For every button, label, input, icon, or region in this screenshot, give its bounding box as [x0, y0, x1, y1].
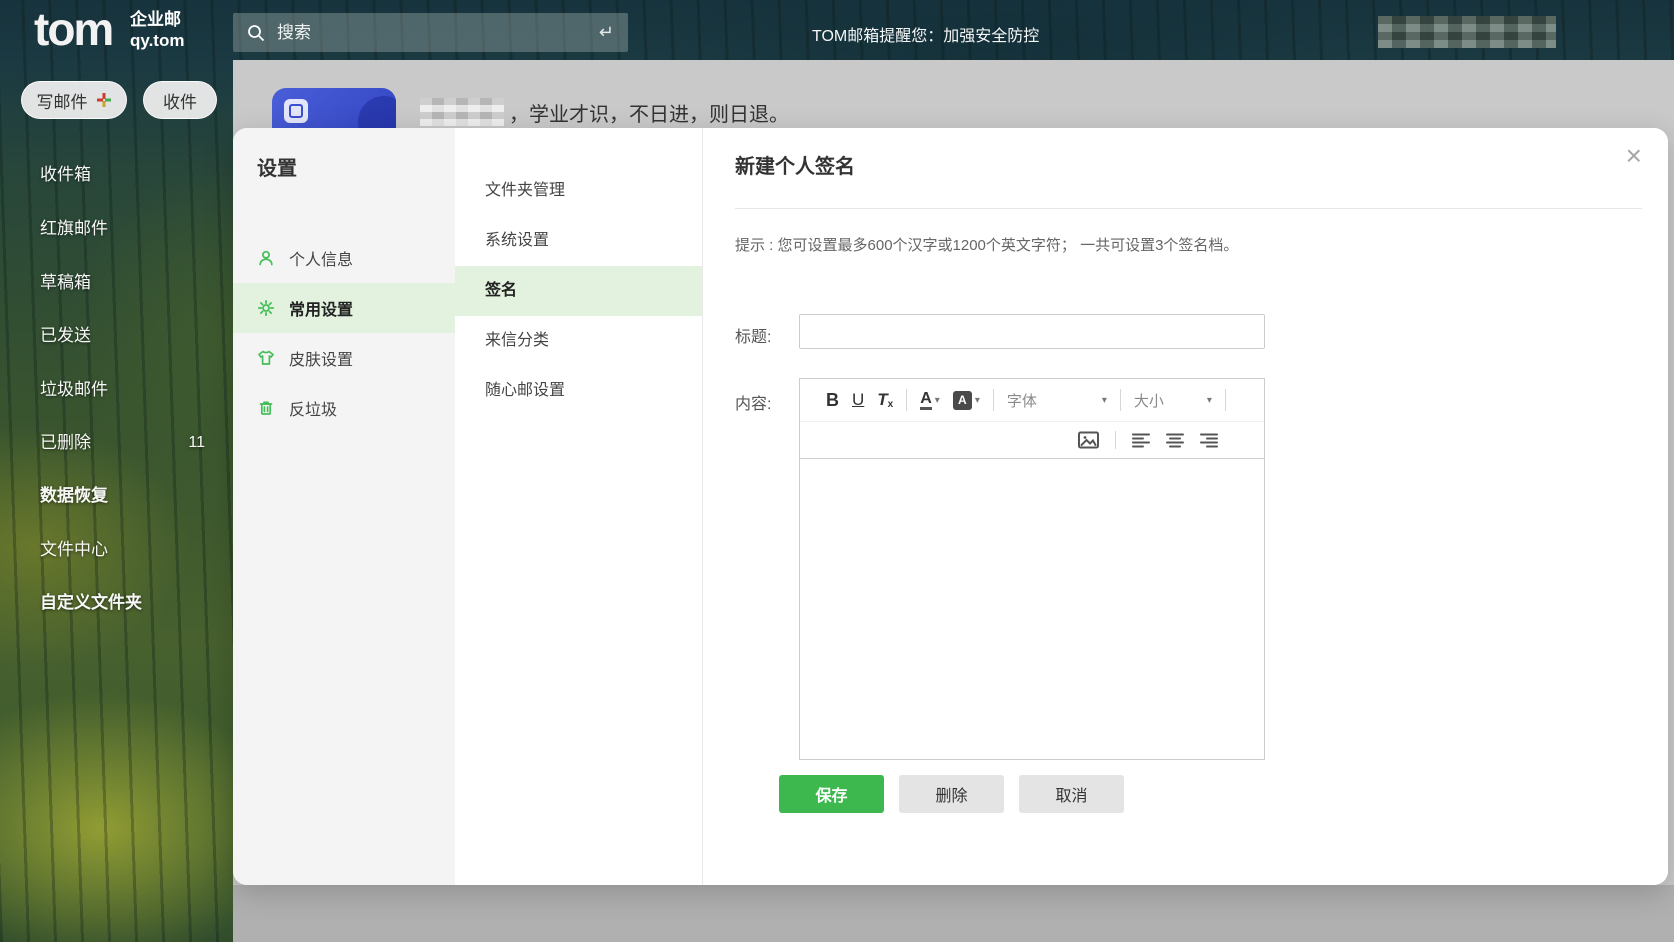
settings-nav-personal-info[interactable]: 个人信息	[233, 233, 455, 283]
close-icon[interactable]: ×	[1626, 142, 1642, 170]
search-input[interactable]	[277, 23, 599, 43]
subnav-suixin-mail[interactable]: 随心邮设置	[455, 366, 702, 416]
divider	[735, 208, 1642, 209]
align-right-button[interactable]	[1200, 432, 1218, 448]
insert-image-button[interactable]	[1078, 431, 1099, 449]
settings-nav-antispam[interactable]: 反垃圾	[233, 383, 455, 433]
search-icon	[247, 24, 265, 42]
settings-title: 设置	[257, 155, 455, 183]
signature-content-area[interactable]	[800, 459, 1264, 759]
subnav-signature[interactable]: 签名	[455, 266, 702, 316]
sidebar-item-custom-folders[interactable]: 自定义文件夹	[0, 591, 233, 615]
settings-nav-skin[interactable]: 皮肤设置	[233, 333, 455, 383]
page-bottom-strip	[233, 885, 1674, 942]
toolbar-separator	[906, 389, 907, 411]
editor-toolbar-row2	[800, 422, 1264, 459]
toolbar-separator	[1120, 389, 1121, 411]
chevron-down-icon: ▾	[1207, 395, 1212, 406]
subnav-folder-management[interactable]: 文件夹管理	[455, 166, 702, 216]
sidebar-item-file-center[interactable]: 文件中心	[0, 538, 233, 562]
greeting-motto: ，学业才识，不日进，则日退。	[509, 98, 789, 127]
align-center-button[interactable]	[1166, 432, 1184, 448]
receive-button[interactable]: 收件	[143, 81, 217, 119]
toolbar-separator	[1225, 389, 1226, 411]
font-size-dropdown[interactable]: 大小▾	[1134, 390, 1212, 411]
cancel-button[interactable]: 取消	[1019, 775, 1124, 813]
plus-icon	[96, 92, 112, 108]
compose-button[interactable]: 写邮件	[21, 81, 127, 119]
compose-label: 写邮件	[37, 88, 88, 113]
sidebar-item-drafts[interactable]: 草稿箱	[0, 271, 233, 295]
font-family-dropdown[interactable]: 字体▾	[1007, 390, 1107, 411]
chevron-down-icon: ▾	[975, 395, 980, 406]
chevron-down-icon: ▾	[935, 395, 940, 406]
security-notice: TOM邮箱提醒您：加强安全防控	[812, 22, 1039, 46]
user-icon	[257, 249, 275, 267]
sidebar-item-junk[interactable]: 垃圾邮件	[0, 378, 233, 402]
title-field-label: 标题:	[735, 323, 795, 347]
save-button[interactable]: 保存	[779, 775, 884, 813]
subnav-mail-classification[interactable]: 来信分类	[455, 316, 702, 366]
bold-button[interactable]: B	[826, 390, 839, 411]
settings-subnav-column: 文件夹管理 系统设置 签名 来信分类 随心邮设置	[455, 128, 703, 885]
sidebar-item-flagged[interactable]: 红旗邮件	[0, 217, 233, 241]
tshirt-icon	[257, 349, 275, 367]
sidebar-item-deleted[interactable]: 已删除11	[0, 431, 233, 455]
receive-label: 收件	[163, 88, 197, 113]
trash-icon	[257, 399, 275, 417]
editor-toolbar-row1: B U Tx A▾ A▾ 字体▾ 大小▾	[800, 379, 1264, 422]
gear-icon	[257, 299, 275, 317]
delete-button[interactable]: 删除	[899, 775, 1004, 813]
content-field-label: 内容:	[735, 390, 795, 414]
settings-nav-column: 设置 个人信息 常用设置 皮肤设置	[233, 128, 455, 885]
align-left-button[interactable]	[1132, 432, 1150, 448]
panel-title: 新建个人签名	[735, 150, 855, 179]
tom-logo: tom	[34, 4, 112, 54]
search-bar[interactable]: ↵	[233, 13, 628, 52]
sidebar-item-inbox[interactable]: 收件箱	[0, 163, 233, 187]
deleted-count-badge: 11	[188, 431, 205, 455]
brand-line1: 企业邮	[130, 9, 184, 30]
subnav-system-settings[interactable]: 系统设置	[455, 216, 702, 266]
highlight-color-button[interactable]: A▾	[953, 391, 980, 410]
chevron-down-icon: ▾	[1102, 395, 1107, 406]
account-info-censored	[1378, 16, 1556, 48]
username-censored	[420, 98, 504, 126]
signature-editor: B U Tx A▾ A▾ 字体▾ 大小▾	[799, 378, 1265, 760]
signature-panel: 新建个人签名 × 提示 : 您可设置最多600个汉字或1200个英文字符； 一共…	[703, 128, 1668, 885]
brand-label: 企业邮 qy.tom	[130, 9, 184, 51]
toolbar-separator	[993, 389, 994, 411]
remove-format-button[interactable]: Tx	[877, 390, 893, 410]
text-color-button[interactable]: A▾	[920, 390, 940, 410]
search-enter-icon[interactable]: ↵	[599, 22, 614, 43]
sidebar-item-sent[interactable]: 已发送	[0, 324, 233, 348]
underline-button[interactable]: U	[852, 390, 864, 410]
toolbar-separator	[1115, 431, 1116, 449]
app-mini-icon	[284, 99, 308, 123]
signature-hint: 提示 : 您可设置最多600个汉字或1200个英文字符； 一共可设置3个签名档。	[735, 234, 1238, 255]
settings-nav-general[interactable]: 常用设置	[233, 283, 455, 333]
brand-line2: qy.tom	[130, 30, 184, 51]
sidebar-item-data-recovery[interactable]: 数据恢复	[0, 484, 233, 508]
signature-title-input[interactable]	[799, 314, 1265, 349]
settings-modal: 设置 个人信息 常用设置 皮肤设置	[233, 128, 1668, 885]
